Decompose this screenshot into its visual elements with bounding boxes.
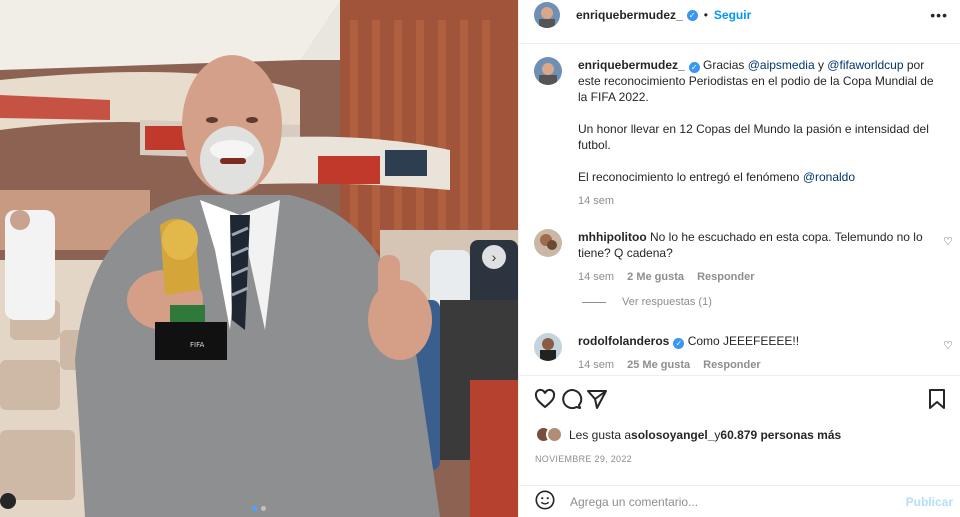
carousel-dot <box>261 506 266 511</box>
chevron-right-icon: › <box>491 249 497 265</box>
comment-item: mhhipolitoo No lo he escuchado en esta c… <box>534 229 939 285</box>
avatar[interactable] <box>534 57 562 85</box>
carousel-next-button[interactable]: › <box>482 245 506 269</box>
comment-username[interactable]: rodolfolanderos <box>578 334 669 348</box>
avatar[interactable] <box>534 229 562 257</box>
view-replies-label: Ver respuestas (1) <box>622 296 712 308</box>
reply-button[interactable]: Responder <box>697 271 754 283</box>
mention-link[interactable]: @fifaworldcup <box>827 58 903 72</box>
mention-link[interactable]: @ronaldo <box>803 170 855 184</box>
caption-paragraph: Un honor llevar en 12 Copas del Mundo la… <box>578 122 929 152</box>
avatar[interactable] <box>546 426 563 443</box>
separator: • <box>703 8 708 22</box>
comment-username[interactable]: mhhipolitoo <box>578 230 647 244</box>
likes-user-link[interactable]: solosoyangel_ <box>631 428 714 442</box>
comment-icon[interactable] <box>559 387 583 411</box>
carousel-indicator <box>0 506 518 511</box>
comment-heart-icon[interactable]: ♡ <box>943 339 953 352</box>
heart-icon[interactable] <box>533 387 557 411</box>
likes-prefix: Les gusta a <box>569 427 632 442</box>
caption-text: Gracias <box>703 58 748 72</box>
follow-button[interactable]: Seguir <box>714 8 751 22</box>
caption-text: El reconocimiento lo entregó el fenómeno <box>578 170 803 184</box>
carousel-dot <box>252 506 257 511</box>
verified-icon: ✓ <box>673 338 685 349</box>
comment-text: Como JEEEFEEEE!! <box>687 334 800 348</box>
replies-line <box>582 301 606 303</box>
verified-icon: ✓ <box>688 62 700 73</box>
bookmark-icon[interactable] <box>925 387 949 411</box>
avatar[interactable] <box>534 2 560 28</box>
likes-summary: Les gusta a solosoyangel_ y 60.879 perso… <box>535 426 841 443</box>
header-username[interactable]: enriquebermudez_ <box>576 8 683 22</box>
post-header: enriquebermudez_ ✓ • Seguir ••• <box>519 0 960 30</box>
mention-link[interactable]: @aipsmedia <box>748 58 815 72</box>
divider <box>519 375 960 376</box>
post-date[interactable]: NOVIEMBRE 29, 2022 <box>535 454 632 464</box>
svg-text:FIFA: FIFA <box>190 341 204 349</box>
instagram-post: FIFA › enriquebermudez_ ✓ • Seguir ••• e… <box>0 0 960 517</box>
more-horizontal-icon[interactable]: ••• <box>930 7 948 23</box>
caption-time[interactable]: 14 sem <box>578 195 614 207</box>
view-replies-button[interactable]: Ver respuestas (1) <box>582 296 712 308</box>
comment-time[interactable]: 14 sem <box>578 271 614 283</box>
publish-button[interactable]: Publicar <box>906 495 953 509</box>
comment-likes[interactable]: 25 Me gusta <box>627 359 690 371</box>
reply-button[interactable]: Responder <box>703 359 760 371</box>
comment-likes[interactable]: 2 Me gusta <box>627 271 684 283</box>
comment-time[interactable]: 14 sem <box>578 359 614 371</box>
add-comment-bar: Publicar <box>519 486 960 517</box>
post-panel: enriquebermudez_ ✓ • Seguir ••• enriqueb… <box>518 0 960 517</box>
comment-heart-icon[interactable]: ♡ <box>943 235 953 248</box>
comment-item: rodolfolanderos ✓ Como JEEEFEEEE!! 14 sem… <box>534 333 939 373</box>
avatar[interactable] <box>534 333 562 361</box>
caption-username[interactable]: enriquebermudez_ <box>578 58 685 72</box>
photo-illustration: FIFA <box>0 0 518 517</box>
send-icon[interactable] <box>585 387 609 411</box>
caption: enriquebermudez_ ✓ Gracias @aipsmedia y @… <box>534 57 939 209</box>
likes-count-link[interactable]: 60.879 personas más <box>720 428 841 442</box>
smiley-icon[interactable] <box>534 489 556 514</box>
caption-text: y <box>814 58 828 72</box>
post-photo[interactable]: FIFA › <box>0 0 518 517</box>
comments-section: enriquebermudez_ ✓ Gracias @aipsmedia y @… <box>519 43 960 373</box>
action-bar <box>533 387 953 411</box>
comment-input[interactable] <box>570 494 890 509</box>
verified-icon: ✓ <box>686 9 698 21</box>
